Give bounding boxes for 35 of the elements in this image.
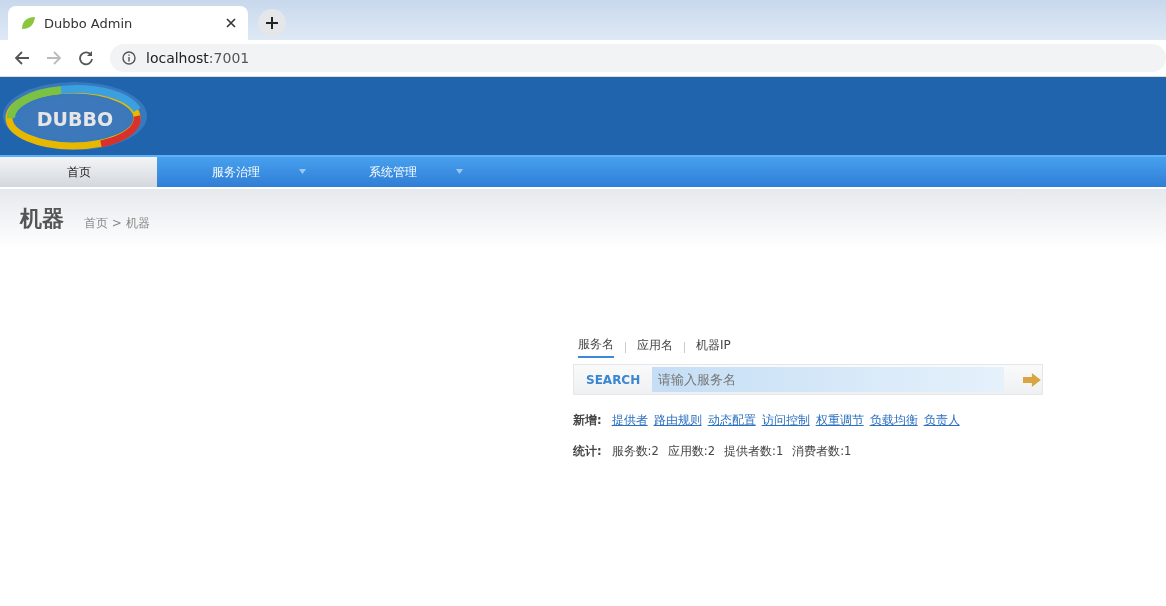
stats-label: 统计: (573, 444, 602, 459)
stat-text: 服务数:2 (611, 444, 659, 459)
back-icon[interactable] (14, 50, 30, 66)
tab-title: Dubbo Admin (44, 15, 134, 31)
nav-tab[interactable]: 服务治理 (157, 157, 314, 187)
new-tab-button[interactable] (258, 9, 286, 37)
page-title: 机器 (20, 205, 64, 233)
browser-tab[interactable]: Dubbo Admin (8, 6, 248, 40)
add-label: 新增: (573, 413, 602, 428)
info-icon (122, 51, 136, 65)
nav-tab[interactable]: 首页 (0, 157, 157, 187)
breadcrumb: 首页 > 机器 (84, 214, 150, 232)
add-link[interactable]: 权重调节 (815, 413, 864, 428)
search-label: SEARCH (585, 372, 642, 387)
search-tab[interactable]: 应用名 (637, 337, 673, 357)
add-link[interactable]: 访问控制 (761, 413, 810, 428)
add-link[interactable]: 动态配置 (707, 413, 756, 428)
plus-icon (266, 17, 278, 29)
url-text: localhost:7001 (146, 50, 250, 66)
add-link[interactable]: 路由规则 (653, 413, 702, 428)
search-tab[interactable]: 服务名 (578, 336, 614, 358)
leaf-icon (20, 15, 36, 31)
search-tab[interactable]: 机器IP (696, 337, 731, 357)
add-link[interactable]: 负责人 (923, 413, 960, 428)
address-bar[interactable]: localhost:7001 (110, 44, 1166, 72)
close-icon[interactable] (226, 18, 236, 28)
add-link[interactable]: 提供者 (611, 413, 648, 428)
logo: DUBBO (1, 80, 149, 152)
search-field[interactable]: 请输入服务名 (652, 367, 1005, 392)
nav-tab[interactable]: 系统管理 (314, 157, 471, 187)
add-link[interactable]: 负载均衡 (869, 413, 918, 428)
stat-text: 消费者数:1 (792, 444, 852, 459)
reload-icon[interactable] (78, 50, 94, 66)
stat-text: 应用数:2 (667, 444, 715, 459)
stat-text: 提供者数:1 (724, 444, 784, 459)
